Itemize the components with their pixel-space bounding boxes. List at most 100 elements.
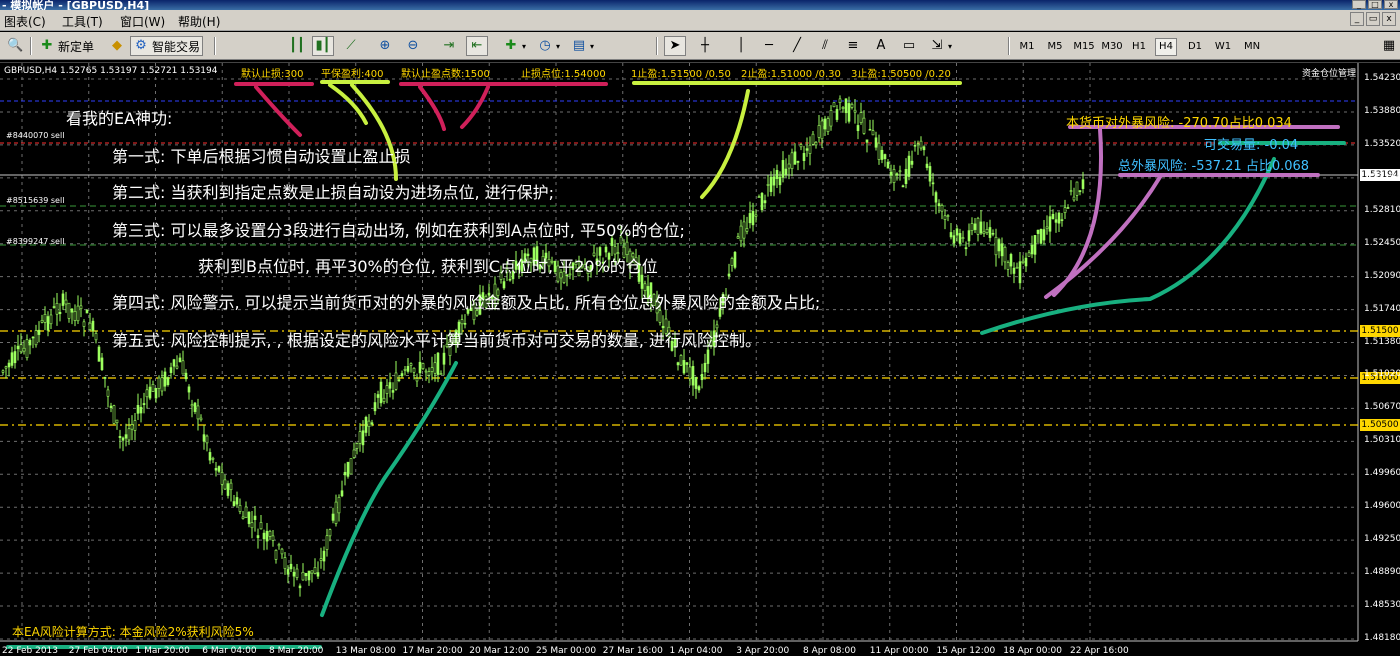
candle-body [418, 361, 422, 374]
candle-body [1072, 196, 1076, 201]
order-tag[interactable]: #8399247 sell [6, 237, 64, 246]
line-chart-icon: ⟋ [346, 38, 356, 53]
menu-chart[interactable]: 图表(C) [4, 13, 46, 30]
order-tag[interactable]: #8515639 sell [6, 196, 64, 205]
candle-body [940, 205, 944, 212]
candle-body [22, 347, 26, 352]
candle-body [118, 435, 122, 438]
candle-body [967, 230, 971, 242]
zoom-in-button[interactable]: ⊕ [374, 36, 396, 56]
zoom-tool-button[interactable]: 🔍 [4, 36, 26, 56]
candle-body [409, 363, 413, 366]
trendline-button[interactable]: ╱ [786, 36, 808, 56]
candle-body [805, 148, 809, 151]
price-tick-label: 1.54230 [1364, 73, 1400, 83]
candle-body [91, 320, 95, 332]
candle-body [193, 402, 197, 412]
new-order-button[interactable]: ✚ 新定单 [36, 36, 97, 56]
zoom-out-button[interactable]: ⊖ [402, 36, 424, 56]
candle-body [136, 405, 140, 414]
candle-body [706, 349, 710, 364]
date-tick-label: 20 Mar 12:00 [469, 646, 530, 656]
vertical-line-button[interactable]: │ [730, 36, 752, 56]
fibonacci-button[interactable]: ≡ [842, 36, 864, 56]
timeframe-w1[interactable]: W1 [1212, 38, 1234, 56]
candle-body [952, 235, 956, 244]
minimize-button[interactable]: _ [1352, 0, 1366, 9]
candle-body [262, 532, 266, 540]
timeframe-m15[interactable]: M15 [1071, 38, 1097, 56]
candle-body [349, 458, 353, 475]
expert-icon: ⚙ [135, 38, 147, 53]
indicators-button[interactable]: ✚ ▾ [500, 36, 529, 56]
horizontal-line-button[interactable]: ─ [758, 36, 780, 56]
date-tick-label: 11 Apr 00:00 [869, 646, 929, 656]
chart-shift-button[interactable]: ⇤ [466, 36, 488, 56]
price-tick-label: 1.50310 [1364, 435, 1400, 446]
chart-window[interactable]: GBPUSD,H4 1.52765 1.53197 1.52721 1.5319… [0, 62, 1400, 656]
timeframe-d1[interactable]: D1 [1184, 38, 1206, 56]
candle-body [43, 314, 47, 323]
candle-body [685, 362, 689, 365]
candle-body [697, 386, 701, 391]
alert-button[interactable]: ◆ [106, 36, 128, 56]
candlestick-icon: ▮┃ [315, 38, 331, 53]
timeframe-m5[interactable]: M5 [1044, 38, 1066, 56]
price-tick-label: 1.53880 [1364, 105, 1400, 116]
arrows-button[interactable]: ⇲ ▾ [926, 36, 955, 56]
mdi-close-button[interactable]: x [1382, 12, 1396, 26]
candle-body [889, 171, 893, 176]
label-button[interactable]: ▭ [898, 36, 920, 56]
candle-body [28, 339, 32, 346]
timeframe-m30[interactable]: M30 [1099, 38, 1125, 56]
candle-body [694, 376, 698, 389]
close-button[interactable]: x [1384, 0, 1398, 9]
menu-help[interactable]: 帮助(H) [178, 13, 220, 30]
candle-body [1081, 179, 1085, 189]
candle-body [862, 117, 866, 134]
autoscroll-button[interactable]: ⇥ [438, 36, 460, 56]
timeframe-h4[interactable]: H4 [1155, 38, 1177, 56]
menu-window[interactable]: 窗口(W) [120, 13, 165, 30]
candle-body [727, 273, 731, 277]
position-manager-label[interactable]: 资金仓位管理 [1302, 66, 1356, 79]
line-chart-button[interactable]: ⟋ [340, 36, 362, 56]
candle-body [139, 406, 143, 414]
candle-body [1048, 216, 1052, 232]
maximize-button[interactable]: □ [1368, 0, 1382, 9]
timeframe-mn[interactable]: MN [1240, 38, 1264, 56]
total-exposure-risk: 总外暴风险: -537.21 占比0.068 [1118, 159, 1310, 174]
candle-body [394, 372, 398, 390]
periods-button[interactable]: ◷ ▾ [534, 36, 563, 56]
cursor-button[interactable]: ➤ [664, 36, 686, 56]
order-tag[interactable]: #8440070 sell [6, 131, 64, 140]
candle-body [700, 373, 704, 381]
candle-body [37, 329, 41, 335]
timeframe-h1[interactable]: H1 [1128, 38, 1150, 56]
menu-tools[interactable]: 工具(T) [62, 13, 103, 30]
candle-body [415, 378, 419, 382]
text-button[interactable]: A [870, 36, 892, 56]
timeframe-m1[interactable]: M1 [1016, 38, 1038, 56]
candle-body [250, 522, 254, 529]
mdi-restore-button[interactable]: ▭ [1366, 12, 1380, 26]
candle-body [82, 321, 86, 327]
auto-trading-button[interactable]: ⚙ 智能交易 [130, 36, 204, 56]
candle-body [247, 511, 251, 524]
mdi-minimize-button[interactable]: _ [1350, 12, 1364, 26]
candle-body [166, 377, 170, 385]
bar-chart-button[interactable]: ┃┃ [286, 36, 308, 56]
templates-button[interactable]: ▤ ▾ [568, 36, 597, 56]
candlestick-button[interactable]: ▮┃ [312, 36, 334, 56]
candle-body [910, 160, 914, 165]
candle-body [295, 568, 299, 578]
toolbar-extra-button[interactable]: ▦ [1378, 36, 1400, 56]
magnifier-icon: 🔍 [7, 38, 24, 53]
candle-body [973, 223, 977, 230]
crosshair-button[interactable]: ┼ [694, 36, 716, 56]
annotation-title: 看我的EA神功: [66, 109, 173, 128]
candle-body [397, 379, 401, 381]
channel-button[interactable]: ⫽ [814, 36, 836, 56]
candle-body [4, 366, 8, 369]
chart-shift-icon: ⇤ [471, 38, 483, 53]
